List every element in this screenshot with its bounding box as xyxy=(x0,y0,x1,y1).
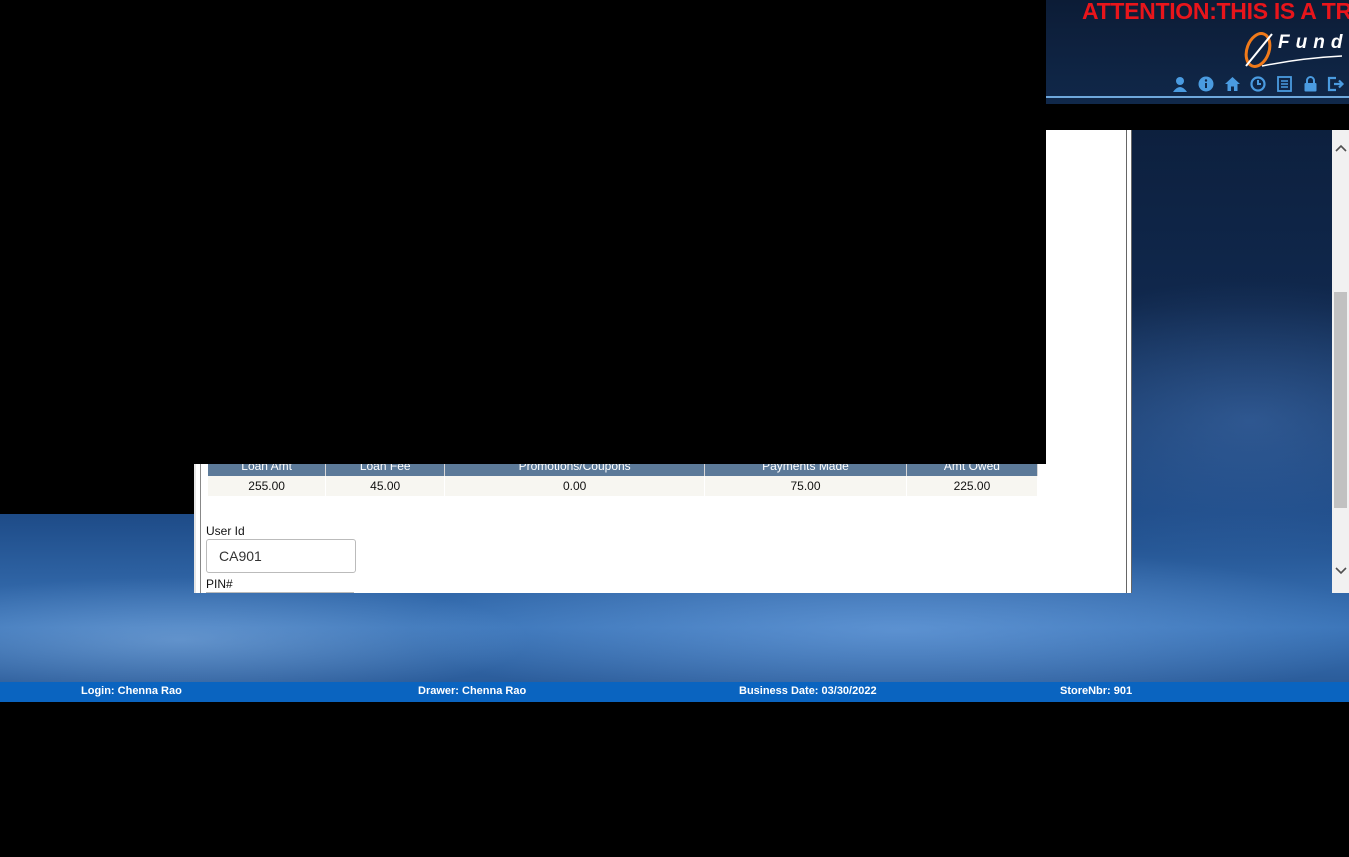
status-bar: Login: Chenna Rao Drawer: Chenna Rao Bus… xyxy=(0,682,1349,702)
qfund-logo: Fund xyxy=(1242,28,1349,72)
redacted-area xyxy=(1046,104,1349,130)
lock-icon[interactable] xyxy=(1300,74,1320,94)
user-id-input[interactable] xyxy=(206,539,356,573)
scroll-down-icon[interactable] xyxy=(1332,561,1349,581)
panel-frame-left xyxy=(200,464,201,593)
panel-frame-right xyxy=(1126,130,1132,593)
page-scrollbar[interactable] xyxy=(1332,130,1349,593)
attention-banner: ATTENTION:THIS IS A TRA xyxy=(1082,0,1349,24)
loan-amt-cell: 255.00 xyxy=(208,476,327,496)
header-toolbar xyxy=(1170,74,1346,94)
user-icon[interactable] xyxy=(1170,74,1190,94)
pin-input[interactable] xyxy=(206,592,354,595)
promotions-cell: 0.00 xyxy=(444,476,706,496)
amt-owed-cell: 225.00 xyxy=(906,476,1039,496)
login-status: Login: Chenna Rao xyxy=(81,685,182,697)
header-divider xyxy=(1046,96,1349,98)
home-icon[interactable] xyxy=(1222,74,1242,94)
drawer-status: Drawer: Chenna Rao xyxy=(418,685,527,697)
user-id-label: User Id xyxy=(206,524,245,538)
logo-text: Fund xyxy=(1278,32,1349,53)
store-status: StoreNbr: 901 xyxy=(1060,685,1133,697)
logout-icon[interactable] xyxy=(1326,74,1346,94)
scroll-up-icon[interactable] xyxy=(1332,138,1349,158)
payments-made-cell: 75.00 xyxy=(704,476,907,496)
redacted-area xyxy=(0,0,1046,464)
scroll-thumb[interactable] xyxy=(1334,292,1347,508)
pin-label: PIN# xyxy=(206,577,233,591)
app-header: ATTENTION:THIS IS A TRA Fund xyxy=(1046,0,1349,104)
redacted-area xyxy=(0,464,194,514)
list-icon[interactable] xyxy=(1274,74,1294,94)
business-date-status: Business Date: 03/30/2022 xyxy=(739,685,877,697)
loan-fee-cell: 45.00 xyxy=(325,476,446,496)
clock-icon[interactable] xyxy=(1248,74,1268,94)
info-icon[interactable] xyxy=(1196,74,1216,94)
table-row: 255.00 45.00 0.00 75.00 225.00 xyxy=(208,476,1039,496)
